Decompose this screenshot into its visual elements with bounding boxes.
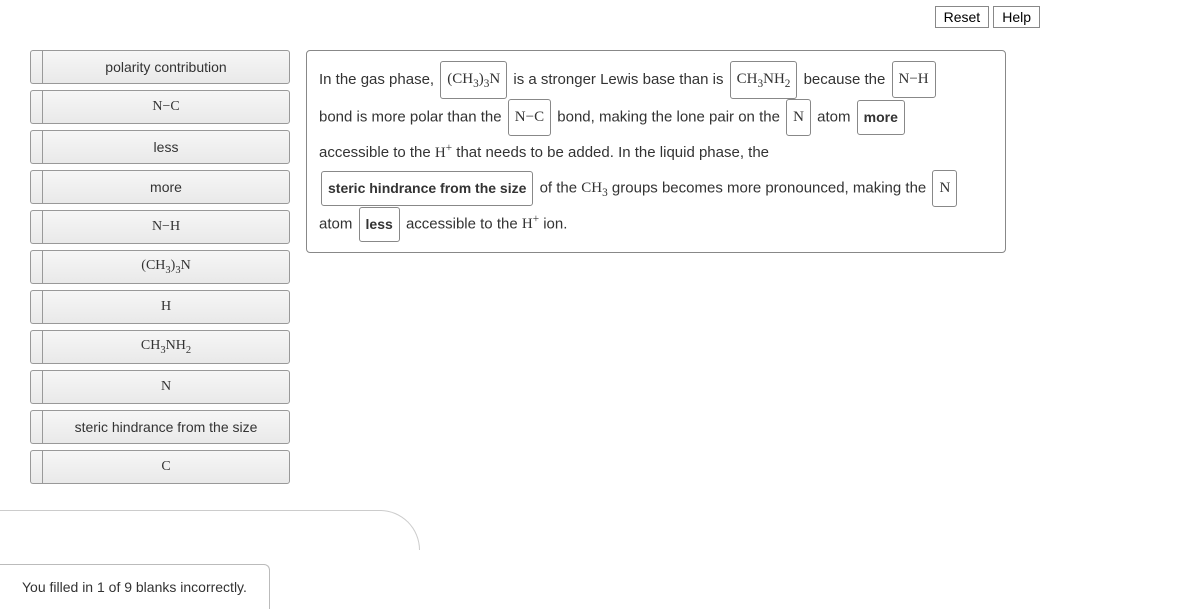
draggable-tile[interactable]: (CH3)3N [42,250,290,284]
draggable-tile[interactable]: less [42,130,290,164]
blank-slot[interactable]: N−H [892,61,936,98]
sentence-target[interactable]: In the gas phase, (CH3)3N is a stronger … [306,50,1006,253]
text: bond, making the lone pair on the [557,108,784,125]
blank-slot[interactable]: CH3NH2 [730,61,798,99]
tile-list: polarity contribution N−C less more N−H (CH3)… [30,50,290,484]
drag-grip[interactable] [30,210,42,244]
blank-slot[interactable]: less [359,207,400,242]
text: H+ [435,145,452,161]
drag-grip[interactable] [30,330,42,364]
drag-grip[interactable] [30,410,42,444]
reset-button[interactable]: Reset [935,6,990,28]
drag-grip[interactable] [30,250,42,284]
blank-slot[interactable]: (CH3)3N [440,61,507,99]
text: In the gas phase, [319,71,438,88]
blank-slot[interactable]: steric hindrance from the size [321,171,533,206]
text: accessible to the [406,215,522,232]
blank-slot[interactable]: N−C [508,99,551,136]
text: is a stronger Lewis base than is [513,71,727,88]
drag-grip[interactable] [30,130,42,164]
text: atom [319,215,357,232]
drag-grip[interactable] [30,90,42,124]
text: bond is more polar than the [319,108,506,125]
tray-divider [0,510,420,550]
blank-slot[interactable]: more [857,100,905,135]
text: CH3 [581,180,607,196]
draggable-tile[interactable]: N [42,370,290,404]
draggable-tile[interactable]: N−C [42,90,290,124]
help-button[interactable]: Help [993,6,1040,28]
drag-grip[interactable] [30,370,42,404]
text: because the [804,71,890,88]
draggable-tile[interactable]: polarity contribution [42,50,290,84]
blank-slot[interactable]: N [786,99,811,136]
text: that needs to be added. In the liquid ph… [452,144,769,161]
draggable-tile[interactable]: H [42,290,290,324]
feedback-message: You filled in 1 of 9 blanks incorrectly. [0,564,270,609]
draggable-tile[interactable]: steric hindrance from the size [42,410,290,444]
blank-slot[interactable]: N [932,170,957,207]
text: atom [817,108,855,125]
text: groups becomes more pronounced, making t… [608,179,931,196]
draggable-tile[interactable]: CH3NH2 [42,330,290,364]
drag-grip[interactable] [30,450,42,484]
draggable-tile[interactable]: C [42,450,290,484]
text: of the [540,179,582,196]
text: accessible to the [319,144,435,161]
drag-grip[interactable] [30,50,42,84]
text: ion. [539,215,567,232]
draggable-tile[interactable]: N−H [42,210,290,244]
drag-grip[interactable] [30,170,42,204]
draggable-tile[interactable]: more [42,170,290,204]
text: H+ [522,216,539,232]
drag-grip[interactable] [30,290,42,324]
